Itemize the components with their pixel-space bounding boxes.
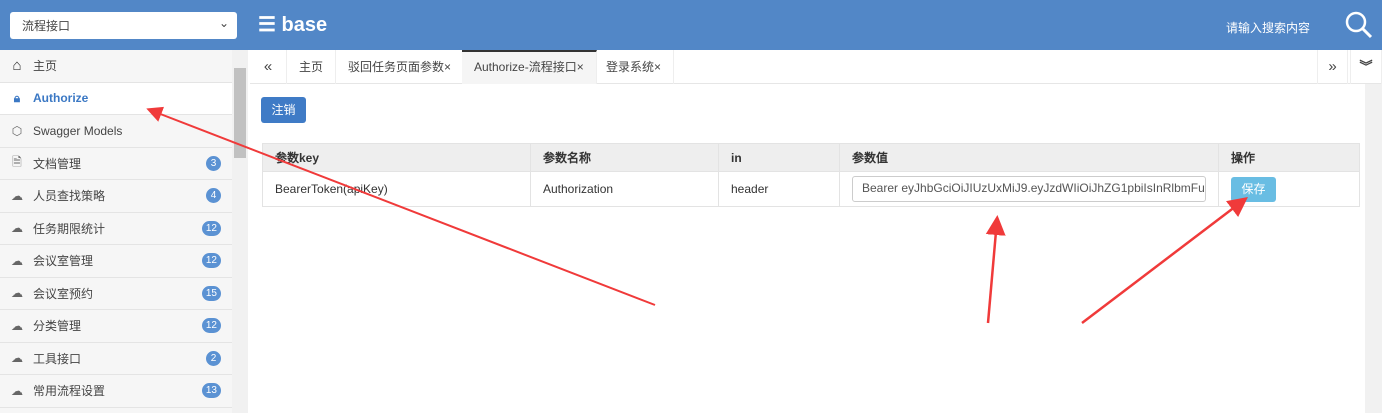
- sidebar-item[interactable]: ☁︎ 分类管理 12: [0, 310, 232, 343]
- cloud-api-icon: ☁︎: [11, 383, 23, 398]
- param-name: Authorization: [530, 171, 719, 207]
- cloud-api-icon: ☁︎: [11, 286, 23, 301]
- token-input[interactable]: Bearer eyJhbGciOiJIUzUxMiJ9.eyJzdWIiOiJh…: [852, 176, 1206, 202]
- param-in: header: [718, 171, 840, 207]
- tabs-scroll-right-icon[interactable]: »: [1317, 50, 1348, 84]
- scrollbar-thumb[interactable]: [234, 68, 246, 158]
- tab-reject-params[interactable]: 驳回任务页面参数×: [336, 50, 465, 84]
- count-badge: 2: [206, 350, 221, 366]
- sidebar-item[interactable]: ☁︎ 任务期限统计 12: [0, 213, 232, 245]
- col-header: 参数key: [262, 143, 531, 172]
- tabs-scroll-left-icon[interactable]: «: [250, 50, 287, 84]
- annotation-arrow: [1081, 196, 1248, 324]
- sidebar-item-label: 会议室管理: [33, 254, 94, 269]
- chevron-down-icon: ⌄: [218, 16, 229, 30]
- sidebar-item-label: Authorize: [33, 91, 89, 106]
- sidebar-item-label: 文档管理: [33, 156, 82, 171]
- cloud-api-icon: ☁︎: [11, 318, 23, 333]
- sidebar-item-label: Swagger Models: [33, 123, 123, 138]
- col-header: 参数名称: [530, 143, 719, 172]
- table-header-row: 参数key 参数名称 in 参数值 操作: [262, 143, 1360, 172]
- sidebar-item-label: 会议室预约: [33, 286, 94, 301]
- sidebar-item[interactable]: 🗎︎ 文档管理 3: [0, 148, 232, 180]
- lock-icon: 🔒︎: [13, 90, 21, 105]
- sidebar-item[interactable]: ☁︎ 工具接口 2: [0, 343, 232, 375]
- doc-gear-icon: 🗎︎: [12, 154, 22, 169]
- count-badge: 3: [206, 155, 221, 171]
- tab-home[interactable]: 主页: [287, 50, 337, 84]
- tabs-menu-icon[interactable]: ︾: [1350, 50, 1382, 84]
- sidebar-item-label: 工具接口: [33, 351, 82, 366]
- sidebar-item-authorize[interactable]: 🔒︎ Authorize: [0, 82, 232, 115]
- count-badge: 12: [201, 220, 221, 236]
- sidebar-scrollbar[interactable]: [232, 50, 248, 413]
- home-icon: ⌂: [12, 57, 22, 75]
- annotation-arrow: [985, 215, 1006, 324]
- top-header: 流程接口 ⌄ ☰ base 请输入搜索内容: [0, 0, 1382, 50]
- logo-text: base: [281, 14, 328, 36]
- sidebar-item-label: 分类管理: [33, 319, 82, 334]
- save-button[interactable]: 保存: [1231, 176, 1276, 202]
- cloud-api-icon: ☁︎: [11, 221, 23, 236]
- sidebar-item[interactable]: ☁︎ 人员查找策略 4: [0, 180, 232, 213]
- sidebar-item-swagger-models[interactable]: ⬡ Swagger Models: [0, 115, 232, 148]
- search-input[interactable]: 请输入搜索内容: [1226, 19, 1310, 36]
- sidebar-item[interactable]: ☁︎ 会议室管理 12: [0, 245, 232, 278]
- cloud-api-icon: ☁︎: [11, 351, 23, 366]
- auth-table: 参数key 参数名称 in 参数值 操作 BearerToken(apiKey)…: [262, 143, 1360, 207]
- count-badge: 12: [201, 253, 221, 268]
- sidebar-item-home[interactable]: ⌂ 主页: [0, 50, 232, 83]
- sidebar-item-label: 人员查找策略: [33, 189, 106, 204]
- count-badge: 4: [206, 188, 221, 203]
- col-header: in: [718, 143, 840, 172]
- sidebar-item-label: 任务期限统计: [33, 221, 106, 236]
- sidebar: ⌂ 主页 🔒︎ Authorize ⬡ Swagger Models 🗎︎ 文档管理 3 …: [0, 50, 232, 413]
- sidebar-item-label: 常用流程设置: [33, 384, 106, 399]
- col-header: 参数值: [839, 143, 1219, 172]
- logout-button[interactable]: 注销: [261, 97, 306, 123]
- table-row: BearerToken(apiKey) Authorization header…: [262, 171, 1360, 207]
- cloud-api-icon: ☁︎: [11, 253, 23, 268]
- param-key: BearerToken(apiKey): [262, 171, 531, 207]
- cloud-api-icon: ☁︎: [11, 188, 23, 203]
- sidebar-item[interactable]: ☁︎ 会议室预约 15: [0, 278, 232, 310]
- project-select[interactable]: 流程接口 ⌄: [10, 12, 237, 39]
- col-header: 操作: [1218, 143, 1360, 172]
- count-badge: 15: [201, 285, 221, 301]
- tab-bar: « 主页 驳回任务页面参数× Authorize-流程接口× 登录系统× » ︾: [250, 50, 1382, 84]
- sidebar-item[interactable]: ☁︎ 常用流程设置 13: [0, 375, 232, 408]
- tab-login[interactable]: 登录系统×: [594, 50, 675, 84]
- tab-authorize[interactable]: Authorize-流程接口×: [462, 50, 597, 84]
- cube-icon: ⬡: [11, 123, 23, 138]
- menu-toggle-icon[interactable]: ☰: [258, 14, 276, 36]
- project-select-value: 流程接口: [22, 19, 71, 33]
- logo: ☰ base: [258, 12, 327, 37]
- sidebar-item-label: 主页: [33, 59, 58, 74]
- count-badge: 12: [201, 318, 221, 333]
- count-badge: 13: [201, 383, 221, 398]
- search-icon[interactable]: [1344, 10, 1374, 43]
- main-scrollbar[interactable]: [1365, 84, 1382, 413]
